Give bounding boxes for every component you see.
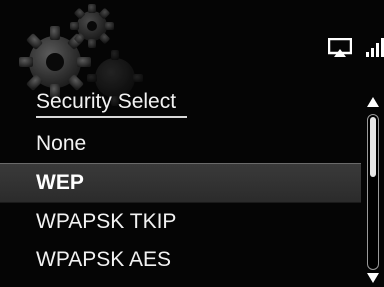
signal-strength-icon xyxy=(366,38,384,57)
list-item-wpapsk-tkip[interactable]: WPAPSK TKIP xyxy=(0,203,362,241)
page-title: Security Select xyxy=(36,90,177,113)
scrollbar-thumb[interactable] xyxy=(370,117,376,177)
status-bar xyxy=(328,36,384,60)
scrollbar[interactable] xyxy=(367,114,379,270)
security-select-screen: Security Select None WEP WPAPSK TKIP WPA… xyxy=(0,0,384,287)
scroll-down-arrow-icon[interactable] xyxy=(366,272,380,284)
airplay-icon xyxy=(328,38,352,57)
security-option-list: None WEP WPAPSK TKIP WPAPSK AES xyxy=(0,125,362,279)
list-item-wep[interactable]: WEP xyxy=(0,163,361,203)
list-item-none[interactable]: None xyxy=(0,125,362,163)
scroll-up-arrow-icon[interactable] xyxy=(366,96,380,108)
title-underline xyxy=(36,116,187,118)
list-item-wpapsk-aes[interactable]: WPAPSK AES xyxy=(0,241,362,279)
